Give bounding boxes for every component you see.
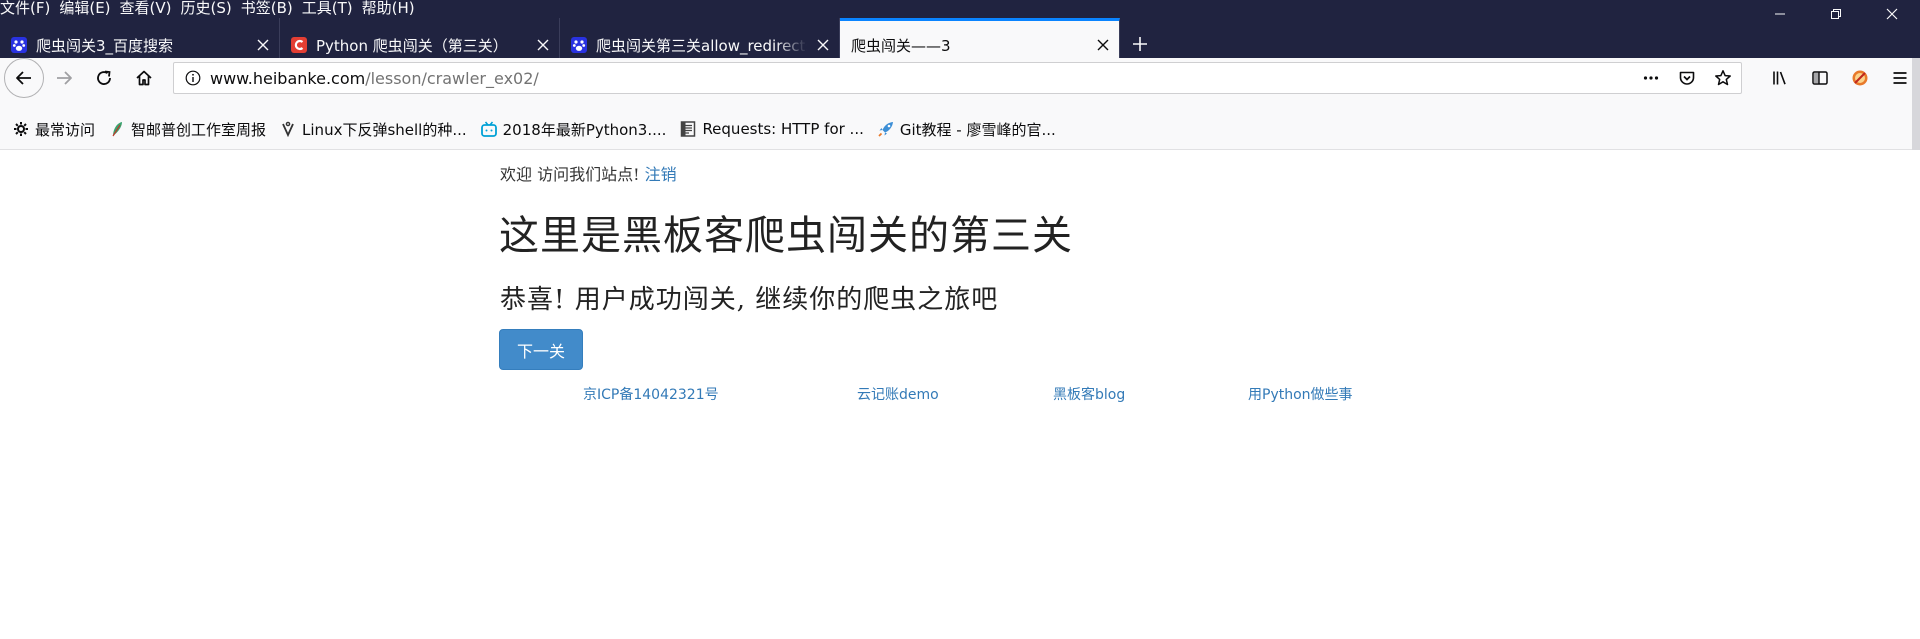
footer-links: 京ICP备14042321号 云记账demo 黑板客blog 用Python做些… — [0, 384, 1920, 404]
tab-title: Python 爬虫闯关（第三关） — [316, 36, 508, 55]
forward-arrow-icon — [57, 71, 72, 85]
menu-file[interactable]: 文件(F) — [0, 0, 56, 17]
menu-view[interactable]: 查看(V) — [119, 0, 178, 17]
bookmark-label: Requests: HTTP for ... — [702, 120, 864, 138]
bookmark-linux-shell[interactable]: Linux下反弹shell的种... — [280, 120, 467, 139]
bookmark-label: Git教程 - 廖雪峰的官... — [899, 120, 1056, 139]
anchor-icon — [280, 121, 296, 137]
close-tab-icon[interactable] — [1095, 37, 1111, 53]
home-button[interactable] — [124, 62, 164, 94]
extension-button[interactable] — [1840, 62, 1880, 94]
close-window-button[interactable] — [1864, 0, 1920, 28]
bookmark-studio-weekly[interactable]: 智邮普创工作室周报 — [109, 120, 267, 139]
success-message: 恭喜! 用户成功闯关, 继续你的爬虫之旅吧 — [500, 285, 999, 315]
restore-button[interactable] — [1808, 0, 1864, 28]
bookmark-star-button[interactable] — [1705, 63, 1741, 93]
home-icon — [136, 70, 152, 86]
bilibili-icon — [480, 121, 497, 137]
address-bar[interactable]: www.heibanke.com/lesson/crawler_ex02/ — [173, 62, 1742, 94]
page-actions-button[interactable] — [1633, 63, 1669, 93]
footer-link-icp[interactable]: 京ICP备14042321号 — [583, 384, 719, 404]
logout-link[interactable]: 注销 — [645, 165, 677, 184]
bookmark-most-visited[interactable]: 最常访问 — [13, 120, 96, 139]
minimize-button[interactable] — [1752, 0, 1808, 28]
footer-link-python[interactable]: 用Python做些事 — [1248, 384, 1353, 404]
plus-icon — [1133, 37, 1147, 51]
tab-strip: 爬虫闯关3_百度搜索 Python 爬虫闯关（第三关） 爬虫闯关第三关allow… — [0, 18, 1160, 60]
forward-button[interactable] — [44, 62, 84, 94]
back-arrow-icon — [16, 71, 31, 85]
pocket-button[interactable] — [1669, 63, 1705, 93]
bookmark-requests-docs[interactable]: Requests: HTTP for ... — [680, 120, 864, 138]
sidebar-button[interactable] — [1800, 62, 1840, 94]
welcome-text: 欢迎 访问我们站点! — [500, 165, 640, 184]
menu-help[interactable]: 帮助(H) — [361, 0, 421, 17]
bookmark-label: 2018年最新Python3.... — [502, 120, 667, 139]
bookmark-label: 最常访问 — [35, 120, 96, 139]
library-button[interactable] — [1760, 62, 1800, 94]
tab-allow-redirects[interactable]: 爬虫闯关第三关allow_redirects — [560, 18, 840, 60]
hamburger-menu-icon — [1893, 72, 1907, 84]
star-icon — [1715, 70, 1731, 86]
minimize-icon — [1775, 13, 1785, 15]
tab-title: 爬虫闯关——3 — [851, 36, 951, 55]
restore-icon — [1831, 9, 1841, 19]
reload-icon — [97, 70, 111, 85]
window-controls — [1752, 0, 1920, 28]
tab-title: 爬虫闯关第三关allow_redirects — [596, 36, 807, 55]
baidu-icon — [11, 37, 27, 53]
close-tab-icon[interactable] — [535, 37, 551, 53]
url-path: /lesson/crawler_ex02/ — [365, 68, 539, 88]
tab-title: 爬虫闯关3_百度搜索 — [36, 36, 174, 55]
menu-history[interactable]: 历史(S) — [180, 0, 238, 17]
navigation-toolbar: www.heibanke.com/lesson/crawler_ex02/ — [0, 58, 1920, 98]
footer-link-blog[interactable]: 黑板客blog — [1053, 384, 1125, 404]
adblock-extension-icon — [1852, 70, 1868, 86]
more-horizontal-icon — [1643, 76, 1659, 80]
page-content: 欢迎 访问我们站点! 注销 这里是黑板客爬虫闯关的第三关 恭喜! 用户成功闯关,… — [0, 151, 1920, 639]
menu-tools[interactable]: 工具(T) — [301, 0, 359, 17]
welcome-line: 欢迎 访问我们站点! 注销 — [500, 161, 677, 185]
menu-bookmarks[interactable]: 书签(B) — [240, 0, 299, 17]
window-scroll-edge — [1912, 58, 1920, 150]
feather-icon — [109, 121, 125, 137]
document-icon — [680, 121, 696, 137]
csdn-icon — [291, 37, 307, 53]
bookmarks-toolbar: 最常访问 智邮普创工作室周报 Linux下反弹shell的种... 2018年最… — [0, 98, 1920, 150]
site-info-icon[interactable] — [185, 70, 201, 86]
gear-icon — [13, 121, 29, 137]
page-actions — [1633, 63, 1741, 93]
menu-edit[interactable]: 编辑(E) — [58, 0, 116, 17]
close-tab-icon[interactable] — [255, 37, 271, 53]
tab-baidu-search[interactable]: 爬虫闯关3_百度搜索 — [0, 18, 280, 60]
menu-bar: 文件(F) 编辑(E) 查看(V) 历史(S) 书签(B) 工具(T) 帮助(H… — [0, 0, 423, 17]
tab-crawler-level-3[interactable]: 爬虫闯关——3 — [840, 18, 1120, 60]
sidebar-icon — [1812, 71, 1828, 85]
bookmark-label: Linux下反弹shell的种... — [302, 120, 467, 139]
url-text[interactable]: www.heibanke.com/lesson/crawler_ex02/ — [210, 69, 539, 88]
tab-python-crawler[interactable]: Python 爬虫闯关（第三关） — [280, 18, 560, 60]
bookmark-python3-2018[interactable]: 2018年最新Python3.... — [480, 120, 667, 139]
browser-chrome: 文件(F) 编辑(E) 查看(V) 历史(S) 书签(B) 工具(T) 帮助(H… — [0, 0, 1920, 60]
close-tab-icon[interactable] — [815, 37, 831, 53]
baidu-icon — [571, 37, 587, 53]
url-host: www.heibanke.com — [210, 68, 366, 88]
next-level-button[interactable]: 下一关 — [499, 329, 583, 370]
pocket-icon — [1679, 71, 1695, 85]
rocket-icon — [878, 121, 894, 137]
library-icon — [1773, 71, 1786, 85]
bookmark-label: 智邮普创工作室周报 — [131, 120, 267, 139]
back-button[interactable] — [4, 58, 44, 98]
reload-button[interactable] — [84, 62, 124, 94]
footer-link-accounting-demo[interactable]: 云记账demo — [857, 384, 939, 404]
close-icon — [1886, 8, 1898, 20]
toolbar-right — [1760, 62, 1920, 94]
new-tab-button[interactable] — [1120, 30, 1160, 58]
bookmark-git-tutorial[interactable]: Git教程 - 廖雪峰的官... — [878, 120, 1056, 139]
page-title: 这里是黑板客爬虫闯关的第三关 — [499, 213, 1073, 259]
